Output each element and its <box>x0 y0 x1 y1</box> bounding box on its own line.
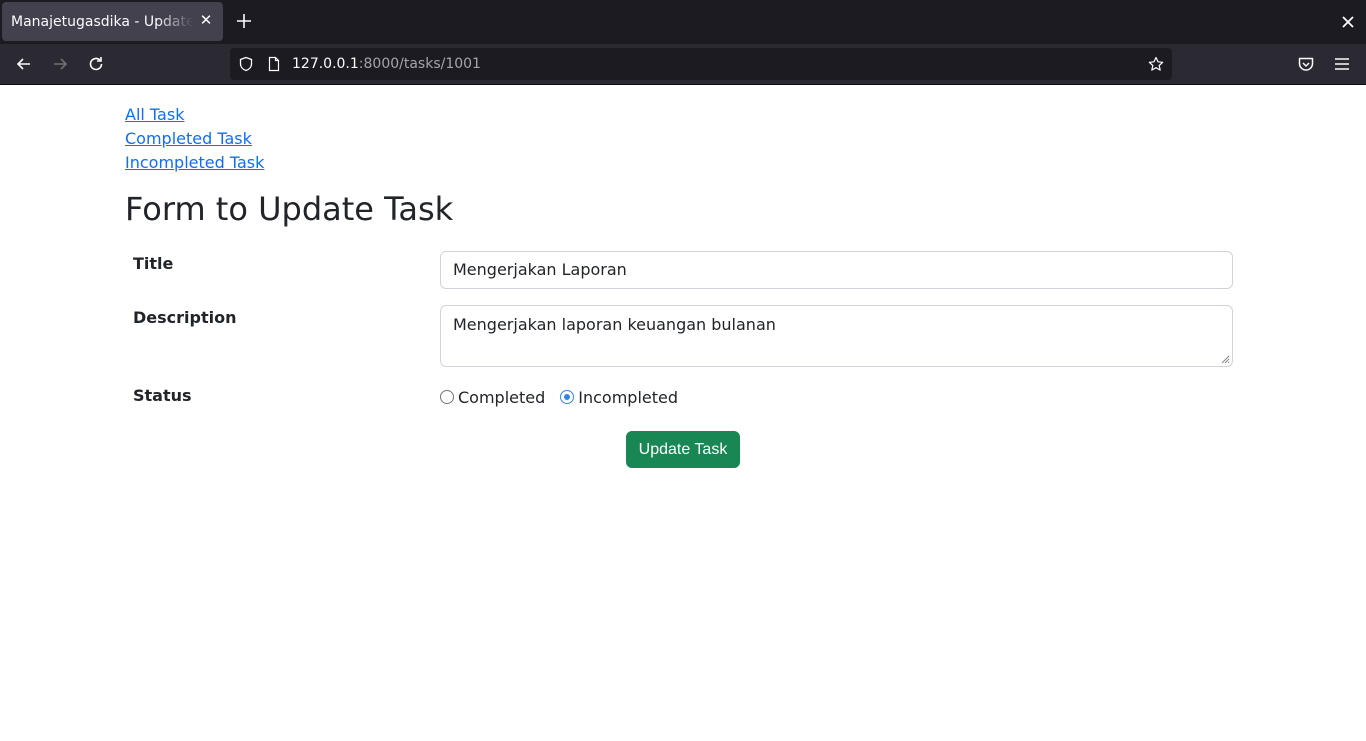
hamburger-menu-icon[interactable] <box>1332 54 1352 74</box>
browser-toolbar: 127.0.0.1:8000/tasks/1001 <box>0 44 1366 85</box>
link-completed-task[interactable]: Completed Task <box>125 127 264 151</box>
window-close-icon[interactable] <box>1339 13 1357 31</box>
back-arrow-icon[interactable] <box>14 54 34 74</box>
status-radio-group: Completed Incompleted <box>440 386 693 408</box>
status-label: Status <box>133 386 192 405</box>
url-host: 127.0.0.1 <box>292 56 359 72</box>
status-completed-label[interactable]: Completed <box>458 388 545 407</box>
reload-icon[interactable] <box>86 54 106 74</box>
page-title: Form to Update Task <box>125 190 454 228</box>
task-nav-links: All Task Completed Task Incompleted Task <box>125 103 264 175</box>
description-text: Mengerjakan laporan keuangan bulanan <box>453 315 776 334</box>
update-task-button[interactable]: Update Task <box>626 431 740 468</box>
title-input[interactable]: Mengerjakan Laporan <box>440 251 1233 289</box>
shield-icon[interactable] <box>238 56 254 72</box>
description-label: Description <box>133 308 237 327</box>
link-incompleted-task[interactable]: Incompleted Task <box>125 151 264 175</box>
browser-tab-active[interactable]: Manajetugasdika - Update Task ✕ <box>2 2 223 41</box>
status-incompleted-radio[interactable] <box>560 390 575 404</box>
link-all-task[interactable]: All Task <box>125 103 264 127</box>
description-textarea[interactable]: Mengerjakan laporan keuangan bulanan <box>440 305 1233 367</box>
tab-title: Manajetugasdika - Update Task <box>11 14 193 30</box>
tab-close-icon[interactable]: ✕ <box>198 12 214 28</box>
forward-arrow-icon[interactable] <box>50 54 70 74</box>
browser-tab-bar: Manajetugasdika - Update Task ✕ <box>0 0 1366 44</box>
pocket-icon[interactable] <box>1296 54 1316 74</box>
url-path: :8000/tasks/1001 <box>358 56 481 72</box>
bookmark-star-icon[interactable] <box>1148 56 1164 72</box>
address-bar[interactable]: 127.0.0.1:8000/tasks/1001 <box>230 48 1172 80</box>
page-info-icon[interactable] <box>266 56 282 72</box>
new-tab-plus-icon[interactable] <box>234 11 254 31</box>
resize-grip-icon[interactable] <box>1220 354 1230 364</box>
title-label: Title <box>133 254 174 273</box>
status-completed-radio[interactable] <box>440 390 454 404</box>
url-text: 127.0.0.1:8000/tasks/1001 <box>292 56 481 72</box>
status-incompleted-label[interactable]: Incompleted <box>578 388 678 407</box>
